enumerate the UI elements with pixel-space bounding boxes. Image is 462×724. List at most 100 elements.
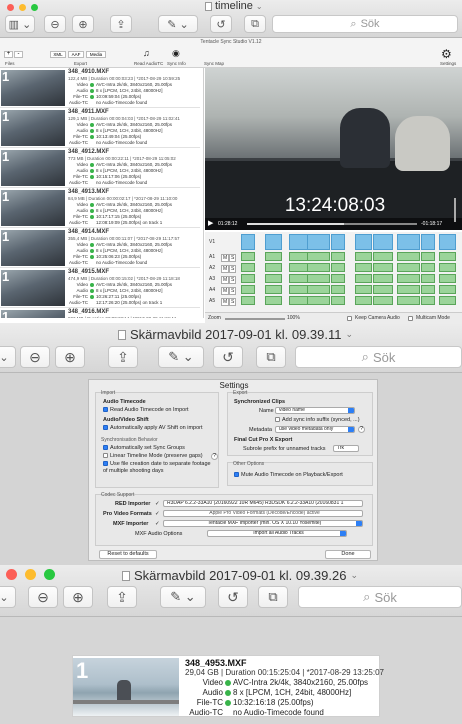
sidebar-toggle-button-3[interactable]: ⌄ [0, 586, 16, 608]
video-clip-block[interactable] [397, 234, 420, 250]
audio-clip-block[interactable] [439, 296, 456, 305]
toolbox-button-3[interactable]: ⧉ [258, 586, 288, 608]
audio-clip-block[interactable] [397, 274, 420, 283]
audio-clip-block[interactable] [307, 263, 330, 272]
solo-toggle[interactable]: S [229, 265, 237, 273]
audio-clip-block[interactable] [241, 263, 255, 272]
chevron-down-icon[interactable]: ⌄ [256, 2, 263, 11]
help-icon[interactable]: ? [211, 453, 218, 460]
search-field-3[interactable]: ⌕ Sök [298, 586, 462, 608]
audio-clip-block[interactable] [289, 274, 309, 283]
chevron-down-icon[interactable]: ⌄ [350, 570, 358, 581]
video-clip-block[interactable] [373, 234, 393, 250]
markup-button-2[interactable]: ✎ ⌄ [158, 346, 204, 368]
read-audio-tc-option[interactable]: Read Audio Timecode on Import [103, 407, 189, 413]
zoom-traffic-light[interactable] [31, 4, 38, 11]
linear-checkbox[interactable] [103, 453, 108, 459]
mute-toggle[interactable]: M [221, 254, 230, 262]
zoom-traffic-light[interactable] [44, 569, 55, 580]
audio-clip-block[interactable] [421, 274, 435, 283]
audio-clip-block[interactable] [421, 296, 435, 305]
video-clip-block[interactable] [289, 234, 309, 250]
play-icon[interactable]: ▶ [208, 219, 213, 227]
name-select[interactable]: video name [275, 407, 355, 414]
audio-clip-block[interactable] [355, 274, 372, 283]
audio-clip-block[interactable] [307, 252, 330, 261]
share-button[interactable]: ⇪ [110, 15, 132, 33]
toolbox-button[interactable]: ⧉ [244, 15, 266, 33]
audio-clip-block[interactable] [265, 263, 282, 272]
markup-button[interactable]: ✎ ⌄ [158, 15, 198, 33]
audio-clip-block[interactable] [289, 285, 309, 294]
audio-clip-block[interactable] [421, 252, 435, 261]
rotate-button[interactable]: ↺ [210, 15, 232, 33]
mute-toggle[interactable]: M [221, 265, 230, 273]
markup-button-3[interactable]: ✎ ⌄ [160, 586, 206, 608]
auto-sync-checkbox[interactable] [103, 445, 108, 451]
solo-toggle[interactable]: S [229, 287, 237, 295]
video-clip-block[interactable] [307, 234, 330, 250]
zoom-in-button[interactable]: ⊕ [72, 15, 94, 33]
audio-clip-block[interactable] [241, 274, 255, 283]
help-icon[interactable]: ? [358, 426, 365, 433]
audio-clip-block[interactable] [241, 252, 255, 261]
gear-icon[interactable]: ⚙ [441, 47, 452, 61]
export-media-button[interactable]: Media [86, 51, 106, 58]
audio-clip-block[interactable] [373, 263, 393, 272]
solo-toggle[interactable]: S [229, 276, 237, 284]
audio-clip-block[interactable] [397, 252, 420, 261]
eye-icon[interactable]: ◉ [172, 48, 180, 59]
mxf-importer-select[interactable]: Tentacle MXF Importer (min. OS X 10.10 Y… [163, 520, 363, 527]
add-file-button[interactable]: + [4, 51, 13, 58]
rotate-button-2[interactable]: ↺ [213, 346, 243, 368]
audio-clip-block[interactable] [265, 274, 282, 283]
audio-clip-block[interactable] [289, 296, 309, 305]
rotate-button-3[interactable]: ↺ [218, 586, 248, 608]
audio-clip-block[interactable] [265, 285, 282, 294]
volume-slider[interactable] [454, 198, 456, 222]
metadata-select[interactable]: use video metadata only [275, 426, 355, 433]
share-button-2[interactable]: ⇪ [108, 346, 138, 368]
video-clip-block[interactable] [265, 234, 282, 250]
audio-clip-block[interactable] [289, 252, 309, 261]
audio-clip-block[interactable] [331, 263, 345, 272]
mute-toggle[interactable]: M [221, 298, 230, 306]
export-xml-button[interactable]: XML [50, 51, 66, 58]
solo-toggle[interactable]: S [229, 254, 237, 262]
mute-toggle[interactable]: M [221, 287, 230, 295]
clip-list-item[interactable]: 1 348_4913.MXF 84,9 MB | Duration 00:00:02… [0, 188, 200, 228]
mute-option[interactable]: Mute Audio Timecode on Playback/Export [234, 472, 343, 478]
auto-sync-option[interactable]: Automatically set Sync Groups [103, 445, 185, 451]
use-creation-option[interactable]: Use file creation date to separate foota… [103, 461, 213, 475]
use-creation-checkbox[interactable] [103, 461, 108, 467]
zoom-out-button[interactable]: ⊖ [44, 15, 66, 33]
close-traffic-light[interactable] [7, 4, 14, 11]
auto-apply-option[interactable]: Automatically apply AV Shift on import [103, 425, 203, 431]
auto-apply-checkbox[interactable] [103, 425, 108, 431]
video-clip-block[interactable] [355, 234, 372, 250]
audio-clip-block[interactable] [331, 296, 345, 305]
video-clip-block[interactable] [331, 234, 345, 250]
chevron-down-icon[interactable]: ⌄ [346, 329, 354, 340]
audio-clip-block[interactable] [307, 296, 330, 305]
audio-clip-block[interactable] [439, 274, 456, 283]
audio-clip-block[interactable] [421, 263, 435, 272]
zoom-out-button-2[interactable]: ⊖ [20, 346, 50, 368]
music-note-icon[interactable]: ♫ [143, 48, 150, 58]
video-clip-block[interactable] [241, 234, 255, 250]
mxf-audio-select[interactable]: Import all Audio Tracks [207, 530, 347, 537]
subrole-field[interactable]: Trk [333, 445, 359, 452]
audio-clip-block[interactable] [373, 274, 393, 283]
done-button[interactable]: Done [325, 550, 371, 559]
search-field[interactable]: ⌕ Sök [272, 15, 458, 33]
read-audio-tc-checkbox[interactable] [103, 407, 108, 413]
audio-clip-block[interactable] [439, 285, 456, 294]
share-button-3[interactable]: ⇪ [107, 586, 137, 608]
close-traffic-light[interactable] [6, 569, 17, 580]
add-suffix-checkbox[interactable] [275, 417, 280, 423]
audio-clip-block[interactable] [265, 252, 282, 261]
audio-clip-block[interactable] [307, 274, 330, 283]
audio-clip-block[interactable] [397, 296, 420, 305]
audio-clip-block[interactable] [373, 285, 393, 294]
audio-clip-block[interactable] [397, 285, 420, 294]
